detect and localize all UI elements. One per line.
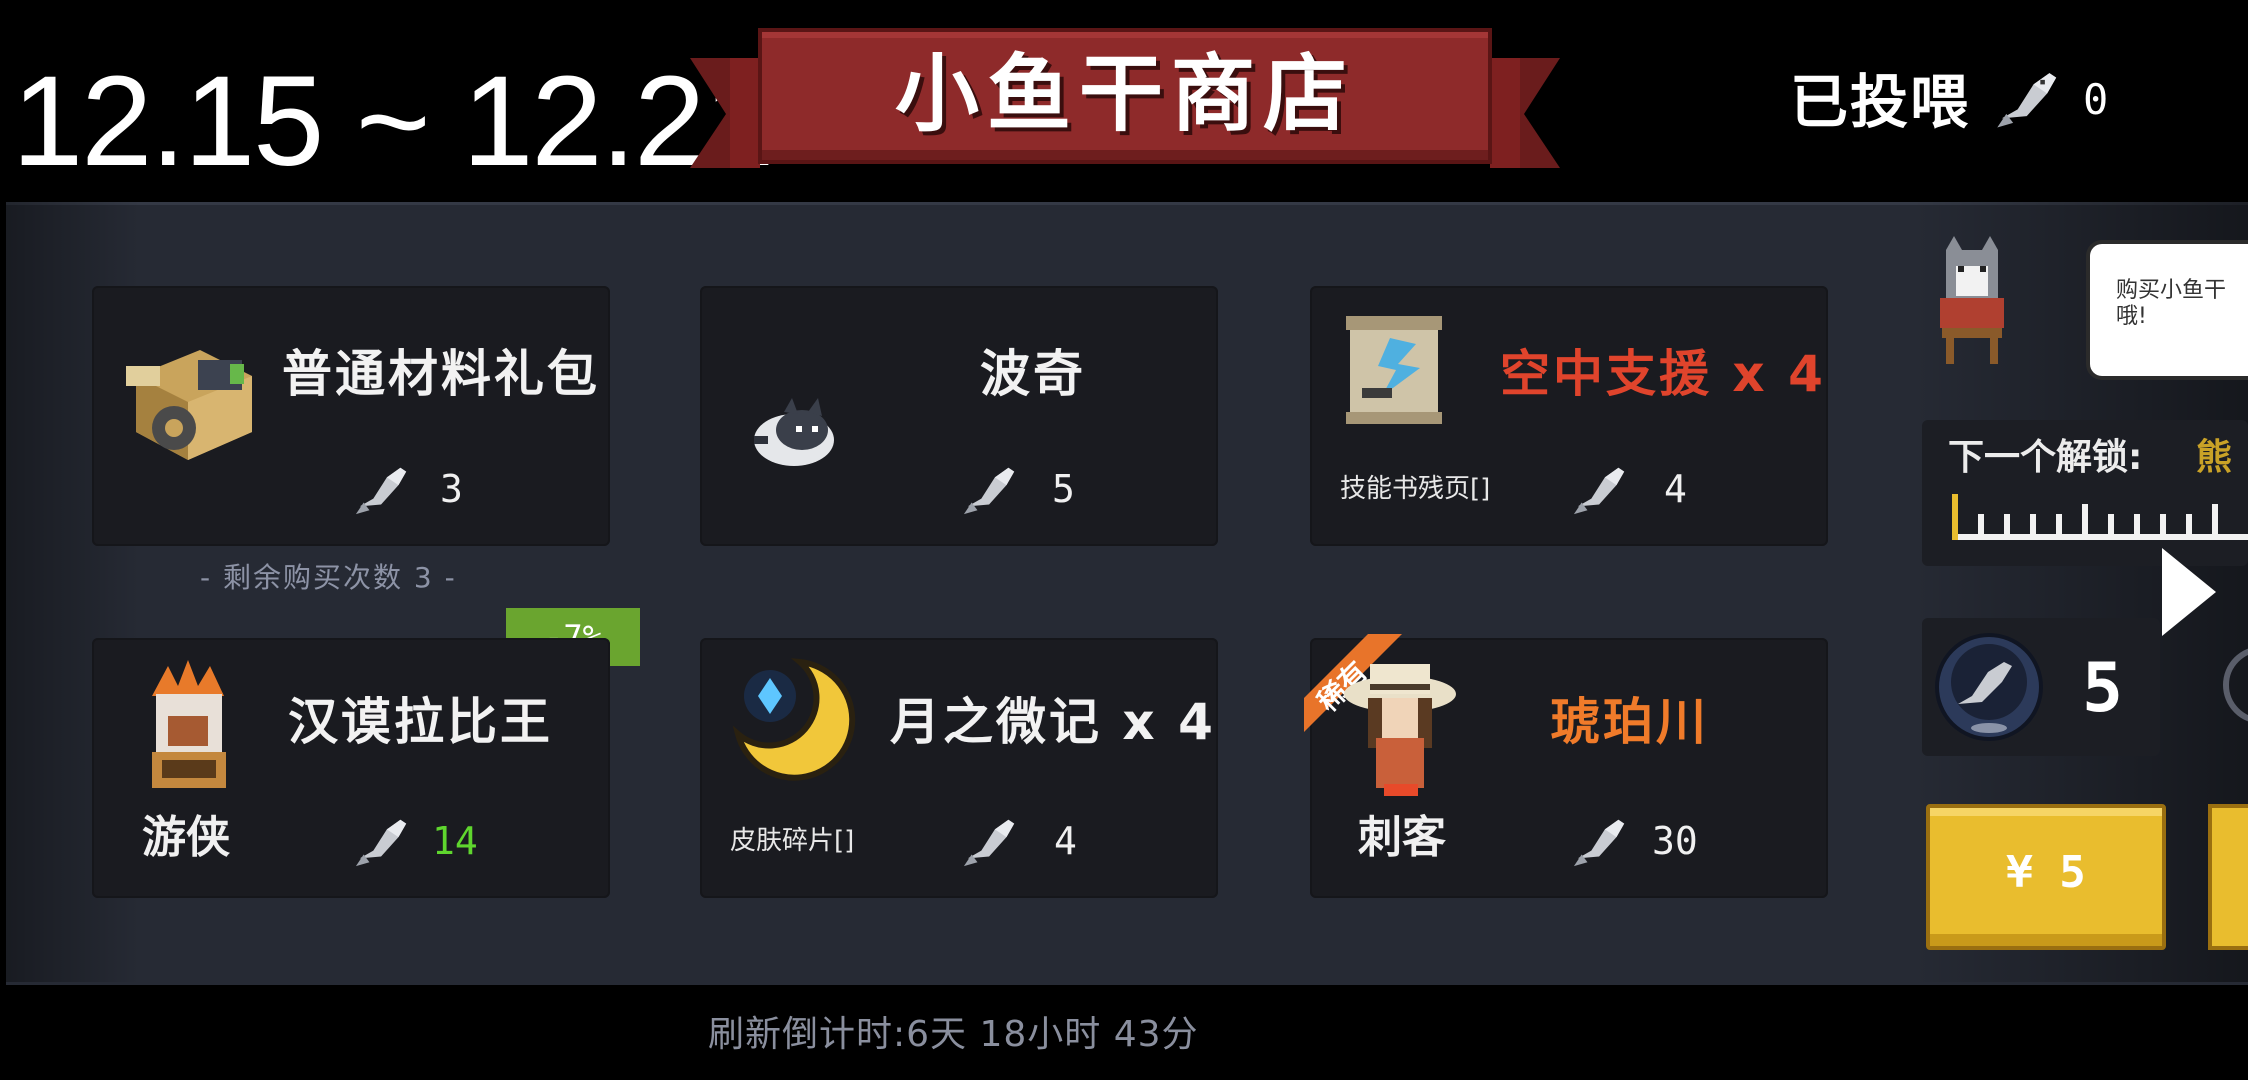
shop-item-pet[interactable]: 波奇 5 [700,286,1218,546]
shop-item-amber-skin[interactable]: 稀有 琥珀川 刺客 30 [1304,634,1828,898]
buy-fish-button-2[interactable] [2208,804,2248,950]
item-price: 4 [1054,819,1077,863]
item-name: 汉谟拉比王 [288,693,553,751]
shop-item-moon-emblem[interactable]: 月之微记 x 4 皮肤碎片[] 4 [700,638,1218,898]
shop-title: 小鱼干商店 [894,45,1355,143]
buy-fish-button[interactable]: ¥ 5 [1926,804,2166,950]
item-name: 波奇 [980,345,1086,403]
remaining-purchases: - 剩余购买次数 3 - [200,561,457,594]
shop-item-material-pack[interactable]: 普通材料礼包 3 [92,286,610,546]
speech-bubble-text: 购买小鱼干哦! [2116,278,2227,329]
item-price: 3 [440,467,463,511]
fish-icon [355,467,407,515]
fed-label: 已投喂 [1790,68,1971,136]
unlock-label: 下一个解锁: [1948,437,2143,478]
fish-icon [1573,467,1625,515]
refresh-countdown: 刷新倒计时:6天 18小时 43分 [708,1014,1199,1055]
item-name: 月之微记 x 4 [890,693,1216,751]
unlock-progress-ruler [1952,494,2248,540]
item-class: 刺客 [1358,812,1446,863]
fish-icon [1997,73,2057,128]
compass-icon [2223,648,2248,722]
item-name: 空中支援 x 4 [1500,345,1826,403]
item-category: 技能书残页[] [1340,474,1491,504]
moon-emblem-icon [732,658,856,781]
fish-bowl-icon [1935,633,2043,741]
item-price: 5 [1052,467,1075,511]
next-arrow-icon[interactable] [2160,548,2218,636]
material-pack-icon [126,350,252,460]
fish-bowl-count: 5 [2082,649,2123,728]
item-price: 14 [432,819,478,863]
item-class: 游侠 [142,812,230,863]
fish-icon [355,819,407,867]
cat-pet-icon [754,398,834,466]
item-name: 普通材料礼包 [282,345,600,403]
fish-icon [963,467,1015,515]
fed-count: 0 [2083,75,2109,124]
item-price: 30 [1652,819,1698,863]
item-name: 琥珀川 [1550,693,1709,751]
fish-icon [1573,819,1625,867]
cat-shopkeeper-icon [1940,236,2004,364]
fish-icon [963,819,1015,867]
shop-item-air-support[interactable]: 空中支援 x 4 技能书残页[] 4 [1310,286,1828,546]
unlock-target: 熊 [2196,437,2233,478]
skill-scroll-icon [1346,316,1442,424]
item-category: 皮肤碎片[] [730,826,855,856]
assassin-skin-icon [1344,664,1456,796]
item-price: 4 [1664,467,1687,511]
event-date-range: 12.15 ~ 12.21 [12,50,774,193]
shop-item-hammurabi-skin[interactable]: 汉谟拉比王 游侠 14 [92,638,610,898]
king-skin-icon [152,660,226,788]
